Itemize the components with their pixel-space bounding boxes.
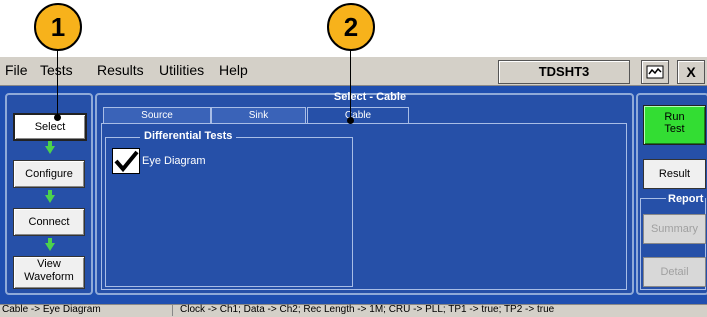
connect-step-button[interactable]: Connect <box>13 208 85 236</box>
callout-2: 2 <box>327 3 375 51</box>
differential-tests-label: Differential Tests <box>140 130 237 142</box>
report-label: Report <box>666 193 706 205</box>
run-test-label-line2: Test <box>664 123 685 135</box>
callout-1-leader <box>57 49 58 117</box>
eye-diagram-label: Eye Diagram <box>142 155 206 167</box>
run-test-label-line1: Run <box>664 111 685 123</box>
menu-results[interactable]: Results <box>97 62 144 78</box>
detail-button[interactable]: Detail <box>643 257 706 287</box>
status-bar: Cable -> Eye Diagram Clock -> Ch1; Data … <box>0 304 707 317</box>
menu-file[interactable]: File <box>5 62 28 78</box>
arrow-down-icon <box>45 243 55 251</box>
panel-title: Select - Cable <box>333 91 407 103</box>
minimize-button[interactable] <box>641 60 669 84</box>
arrow-down-icon <box>45 195 55 203</box>
status-right: Clock -> Ch1; Data -> Ch2; Rec Length ->… <box>180 304 555 315</box>
tab-sink[interactable]: Sink <box>211 107 306 123</box>
view-waveform-label-line2: Waveform <box>24 271 74 283</box>
configure-step-button[interactable]: Configure <box>13 160 85 188</box>
run-test-button[interactable]: Run Test <box>643 105 706 145</box>
result-button[interactable]: Result <box>643 159 706 189</box>
view-waveform-label-line1: View <box>37 258 61 270</box>
select-step-button[interactable]: Select <box>13 113 87 141</box>
view-waveform-step-button[interactable]: View Waveform <box>13 256 85 289</box>
arrow-down-icon <box>45 146 55 154</box>
tab-source[interactable]: Source <box>103 107 211 123</box>
app-title: TDSHT3 <box>498 60 630 84</box>
menu-help[interactable]: Help <box>219 62 248 78</box>
status-left: Cable -> Eye Diagram <box>2 304 173 316</box>
callout-2-leader <box>350 49 351 121</box>
menu-utilities[interactable]: Utilities <box>159 62 204 78</box>
minimize-icon <box>646 65 664 79</box>
callout-1-dot <box>54 114 61 121</box>
callout-2-dot <box>347 117 354 124</box>
close-button[interactable]: X <box>677 60 705 84</box>
callout-1: 1 <box>34 3 82 51</box>
checkmark-icon <box>114 150 139 173</box>
tab-cable[interactable]: Cable <box>307 107 409 124</box>
eye-diagram-checkbox[interactable] <box>112 148 140 174</box>
summary-button[interactable]: Summary <box>643 214 706 244</box>
